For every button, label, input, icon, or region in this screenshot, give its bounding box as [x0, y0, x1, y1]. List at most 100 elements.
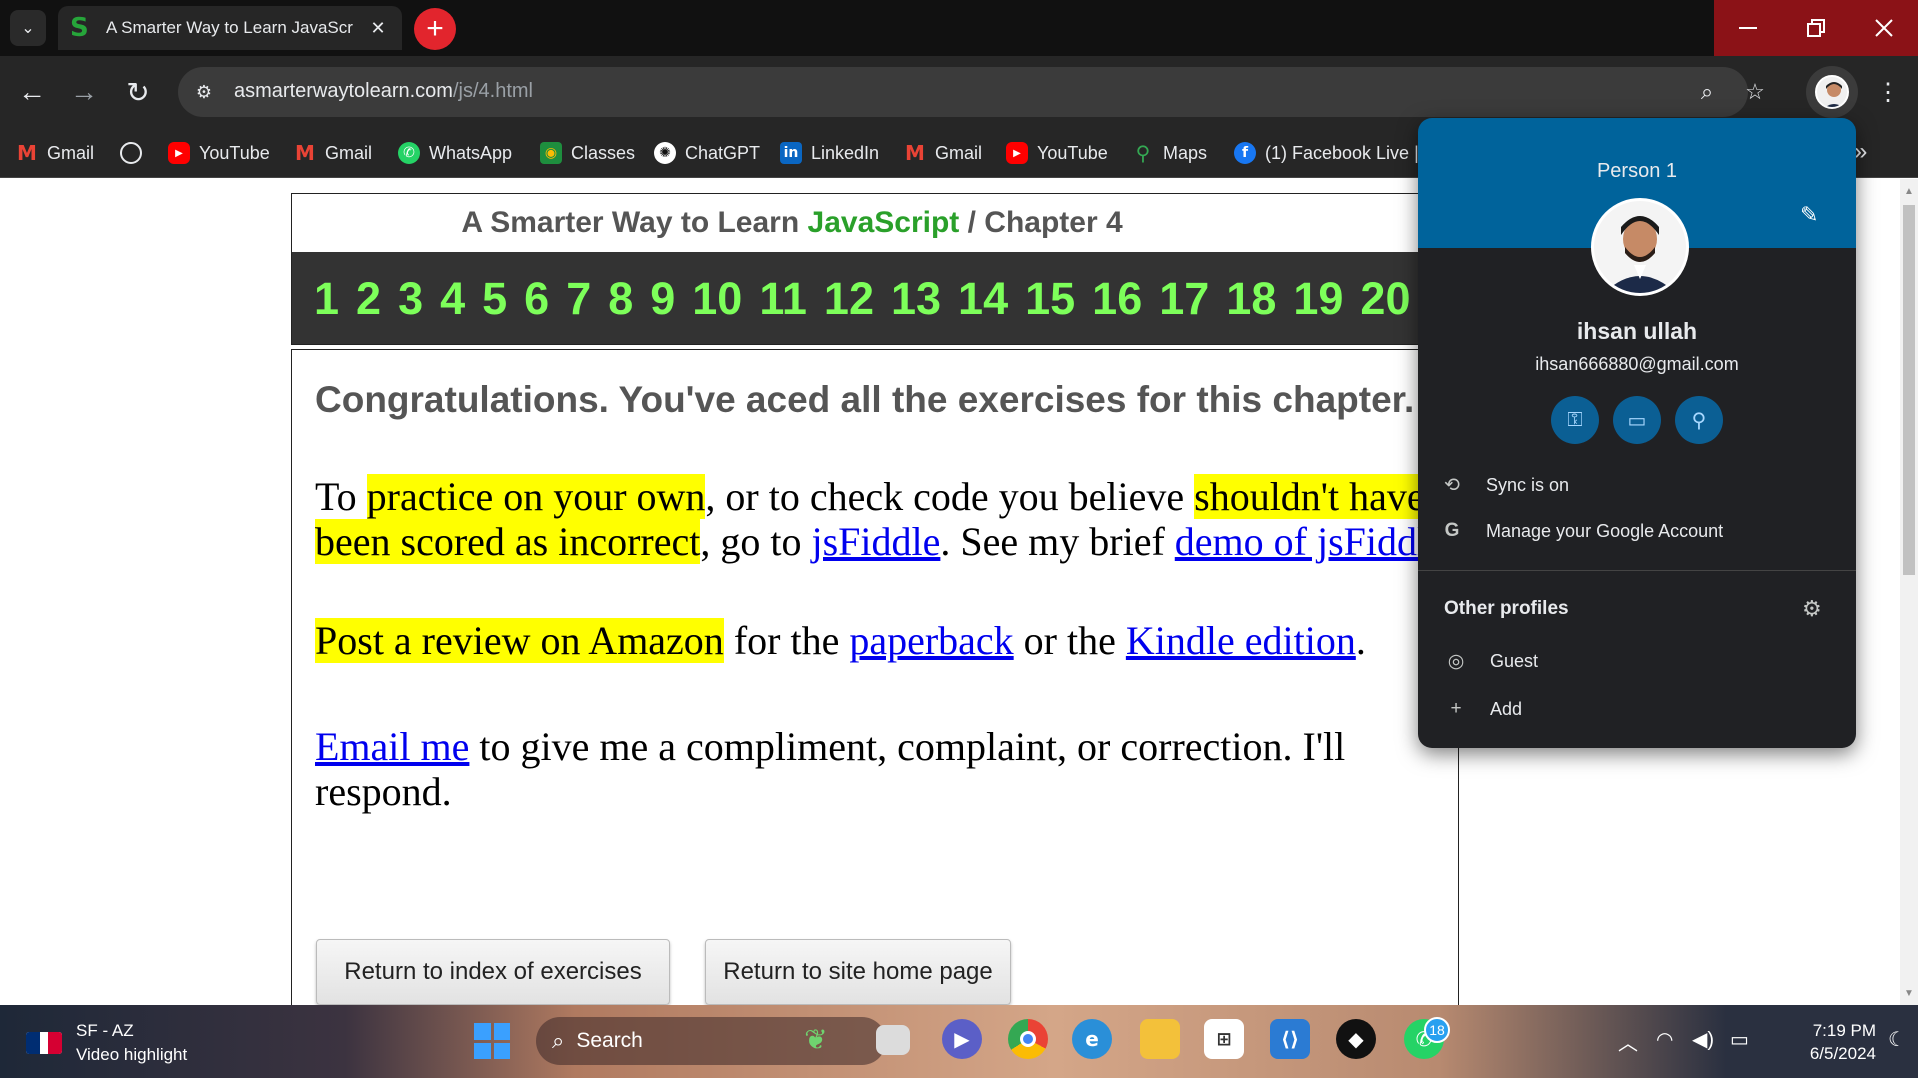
notifications-moon-icon[interactable]: ☾: [1888, 1027, 1906, 1052]
site-info-icon[interactable]: ⚙: [192, 80, 216, 104]
battery-icon[interactable]: ▭: [1730, 1027, 1749, 1052]
chapter-link-14[interactable]: 14: [958, 276, 1008, 321]
chapter-link-16[interactable]: 16: [1092, 276, 1142, 321]
scrollbar-thumb[interactable]: [1903, 205, 1915, 575]
back-arrow-icon: ←: [18, 76, 46, 107]
return-to-index-button[interactable]: Return to index of exercises: [316, 939, 670, 1005]
bookmark-gmail[interactable]: M Gmail: [904, 140, 982, 166]
chapter-link-5[interactable]: 5: [482, 276, 507, 321]
chapter-link-9[interactable]: 9: [650, 276, 675, 321]
windows-taskbar: SF - AZ Video highlight ⌕ Search ❦ ▶ e ⊞ ⟨…: [0, 1005, 1918, 1078]
chapter-link-11[interactable]: 11: [759, 276, 807, 321]
chapter-link-7[interactable]: 7: [566, 276, 591, 321]
bookmark-youtube[interactable]: ▶ YouTube: [1006, 140, 1108, 166]
file-explorer-icon[interactable]: [1140, 1019, 1180, 1059]
bookmark-gmail[interactable]: M Gmail: [16, 140, 94, 166]
search-label: Search: [576, 1029, 643, 1052]
add-profile-row[interactable]: + Add: [1444, 694, 1522, 724]
chapter-link-4[interactable]: 4: [440, 276, 465, 321]
chapter-link-20[interactable]: 20: [1360, 276, 1410, 321]
new-tab-button[interactable]: +: [414, 8, 456, 50]
restore-button[interactable]: [1782, 0, 1850, 56]
paperback-link[interactable]: paperback: [849, 618, 1013, 663]
bookmark-facebook[interactable]: f (1) Facebook Live |: [1234, 140, 1419, 166]
edit-pencil-icon[interactable]: ✎: [1800, 202, 1818, 228]
site-favicon-icon: S: [70, 13, 89, 43]
widgets-button[interactable]: SF - AZ Video highlight: [26, 1019, 187, 1067]
chapter-link-18[interactable]: 18: [1226, 276, 1276, 321]
plant-icon[interactable]: ❦: [796, 1019, 836, 1059]
credit-card-icon: ▭: [1627, 409, 1647, 432]
zoom-icon[interactable]: ⌕: [1692, 77, 1722, 107]
bookmark-star-icon[interactable]: ☆: [1740, 77, 1770, 107]
url-text[interactable]: asmarterwaytolearn.com/js/4.html: [234, 80, 533, 103]
jsfiddle-link[interactable]: jsFiddle: [811, 519, 940, 564]
guest-profile-row[interactable]: ◎ Guest: [1444, 646, 1538, 676]
bookmark-chatgpt[interactable]: ✺ ChatGPT: [654, 140, 760, 166]
back-button[interactable]: ←: [12, 72, 52, 112]
edge-icon[interactable]: e: [1072, 1019, 1112, 1059]
more-bookmarks-icon[interactable]: »: [1854, 138, 1867, 166]
chapter-link-3[interactable]: 3: [398, 276, 423, 321]
chapter-link-17[interactable]: 17: [1159, 276, 1209, 321]
microsoft-store-icon[interactable]: ⊞: [1204, 1019, 1244, 1059]
chapter-link-10[interactable]: 10: [692, 276, 742, 321]
bookmark-globe[interactable]: [120, 140, 151, 166]
start-button[interactable]: [474, 1023, 510, 1059]
email-me-link[interactable]: Email me: [315, 724, 469, 769]
chapter-link-1[interactable]: 1: [314, 276, 339, 321]
kindle-link[interactable]: Kindle edition: [1126, 618, 1356, 663]
chevron-up-icon[interactable]: ︿: [1618, 1027, 1638, 1056]
gmail-icon: M: [905, 141, 925, 165]
scroll-up-icon[interactable]: ▲: [1900, 183, 1918, 201]
volume-icon[interactable]: ◀): [1692, 1027, 1714, 1052]
tab-active[interactable]: S A Smarter Way to Learn JavaScr ✕: [58, 6, 402, 50]
profile-button[interactable]: [1806, 66, 1858, 118]
title-chapter: Chapter 4: [984, 206, 1123, 239]
bookmark-linkedin[interactable]: in LinkedIn: [780, 140, 879, 166]
tab-search-dropdown-button[interactable]: ⌄: [10, 10, 46, 46]
bookmark-youtube[interactable]: ▶ YouTube: [168, 140, 270, 166]
title-separator: /: [959, 206, 985, 239]
facebook-icon: f: [1234, 142, 1256, 164]
reload-button[interactable]: ↻: [118, 72, 158, 112]
profile-label: Person 1: [1596, 160, 1678, 182]
chrome-icon[interactable]: [1008, 1019, 1048, 1059]
system-clock[interactable]: 7:19 PM 6/5/2024: [1780, 1019, 1876, 1065]
chapter-link-8[interactable]: 8: [608, 276, 633, 321]
close-window-button[interactable]: [1850, 0, 1918, 56]
bookmark-classes[interactable]: ◉ Classes: [540, 140, 635, 166]
chapter-link-6[interactable]: 6: [524, 276, 549, 321]
chapter-link-2[interactable]: 2: [356, 276, 381, 321]
sync-row[interactable]: ⟲ Sync is on: [1440, 470, 1569, 500]
bookmark-label: YouTube: [1037, 142, 1108, 163]
chapter-link-12[interactable]: 12: [824, 276, 874, 321]
minimize-button[interactable]: [1714, 0, 1782, 56]
mlb-logo-icon: [26, 1032, 62, 1054]
page-scrollbar[interactable]: ▲ ▼: [1900, 179, 1918, 1005]
bookmark-whatsapp[interactable]: ✆ WhatsApp: [398, 140, 512, 166]
bookmark-gmail[interactable]: M Gmail: [294, 140, 372, 166]
bookmark-maps[interactable]: ⚲ Maps: [1132, 140, 1207, 166]
tab-close-icon[interactable]: ✕: [366, 18, 390, 39]
github-icon[interactable]: ◆: [1336, 1019, 1376, 1059]
manage-account-row[interactable]: G Manage your Google Account: [1440, 516, 1724, 546]
payment-methods-button[interactable]: ▭: [1613, 396, 1661, 444]
forward-button[interactable]: →: [64, 72, 104, 112]
passwords-button[interactable]: ⚿: [1551, 396, 1599, 444]
return-to-home-button[interactable]: Return to site home page: [705, 939, 1011, 1005]
vscode-icon[interactable]: ⟨⟩: [1270, 1019, 1310, 1059]
jsfiddle-demo-link[interactable]: demo of jsFiddle: [1175, 519, 1446, 564]
task-view-icon[interactable]: [876, 1025, 910, 1055]
addresses-button[interactable]: ⚲: [1675, 396, 1723, 444]
other-profiles-heading: Other profiles: [1444, 598, 1569, 619]
chapter-link-15[interactable]: 15: [1025, 276, 1075, 321]
teams-icon[interactable]: ▶: [942, 1019, 982, 1059]
more-menu-icon[interactable]: ⋮: [1872, 72, 1904, 112]
scroll-down-icon[interactable]: ▼: [1900, 985, 1918, 1003]
gear-icon[interactable]: ⚙: [1802, 596, 1822, 622]
chapter-link-13[interactable]: 13: [891, 276, 941, 321]
address-bar[interactable]: ⚙ asmarterwaytolearn.com/js/4.html ⌕ ☆: [178, 67, 1765, 117]
chapter-link-19[interactable]: 19: [1293, 276, 1343, 321]
wifi-icon[interactable]: ◠: [1656, 1027, 1673, 1052]
